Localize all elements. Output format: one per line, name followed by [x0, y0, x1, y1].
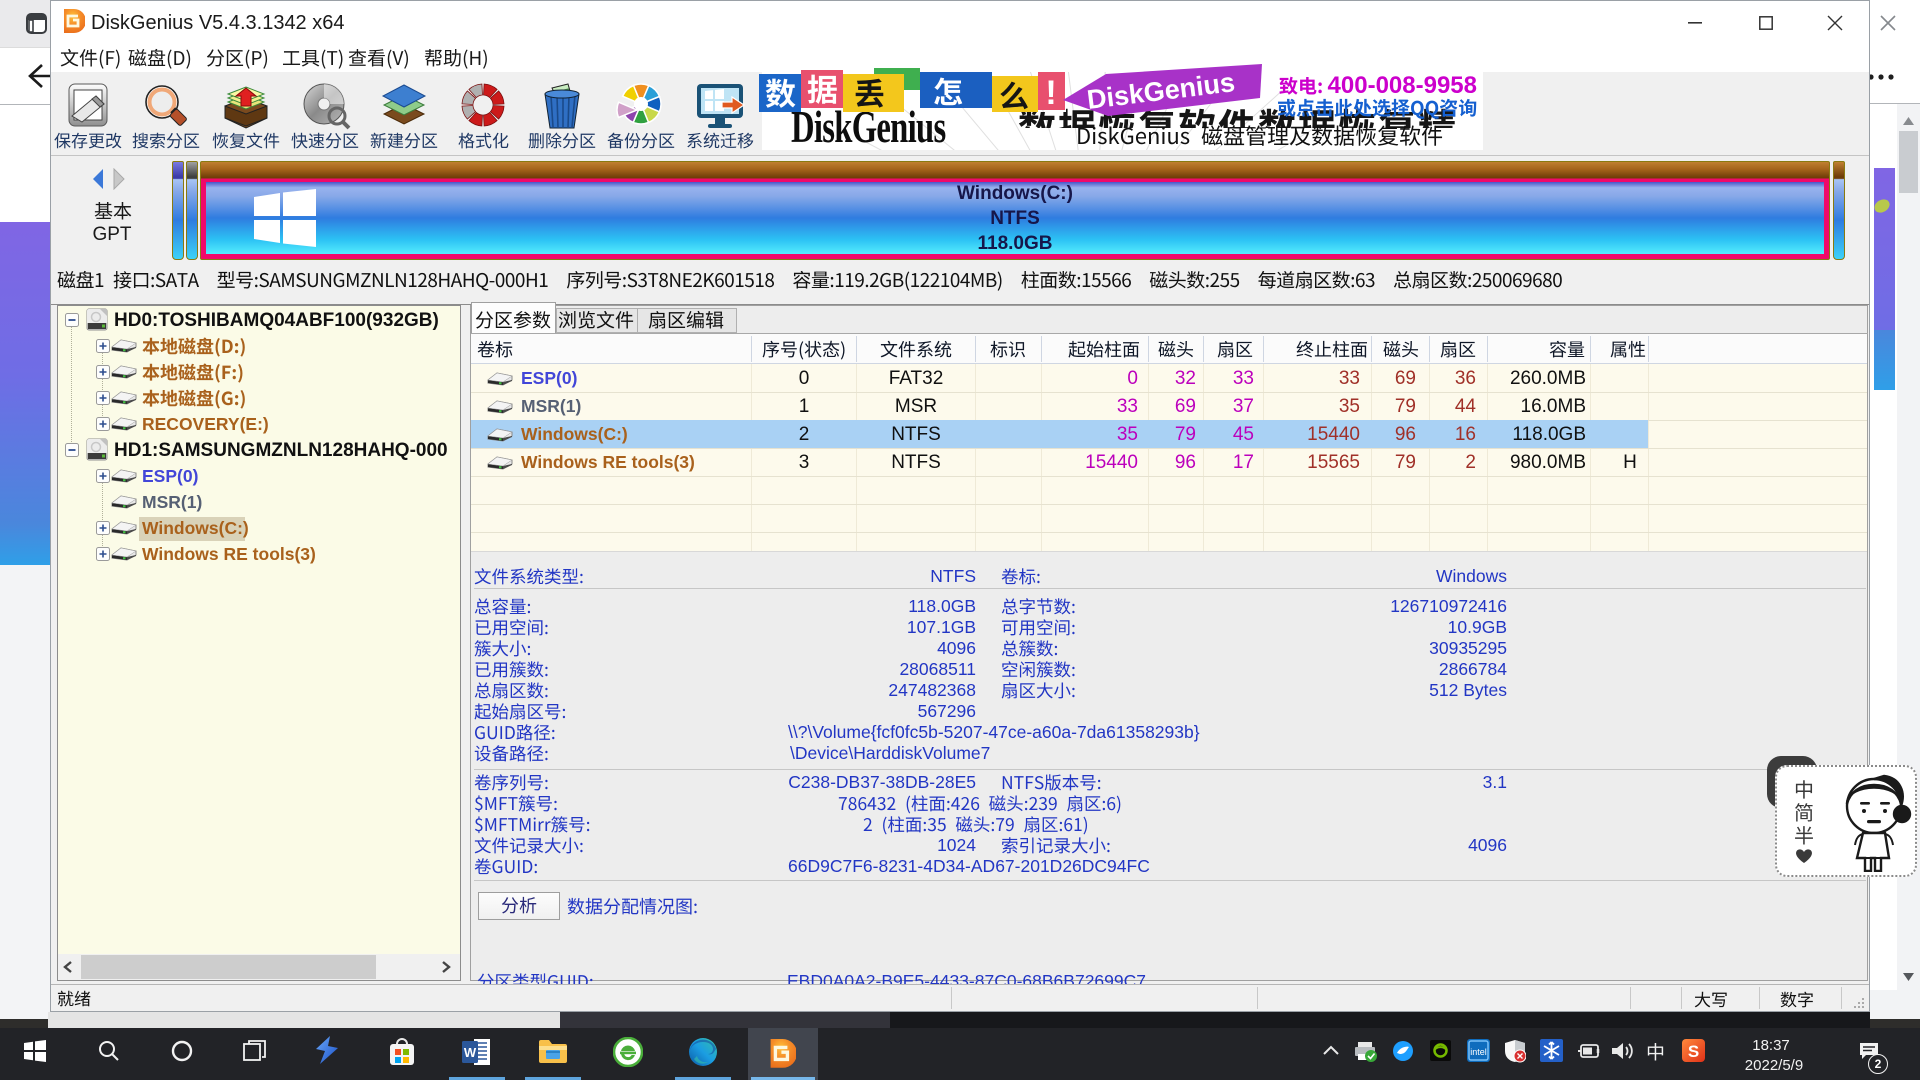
svg-text:intel: intel — [1470, 1047, 1487, 1057]
svg-text:W: W — [464, 1045, 477, 1060]
svg-text:S: S — [1688, 1042, 1699, 1061]
